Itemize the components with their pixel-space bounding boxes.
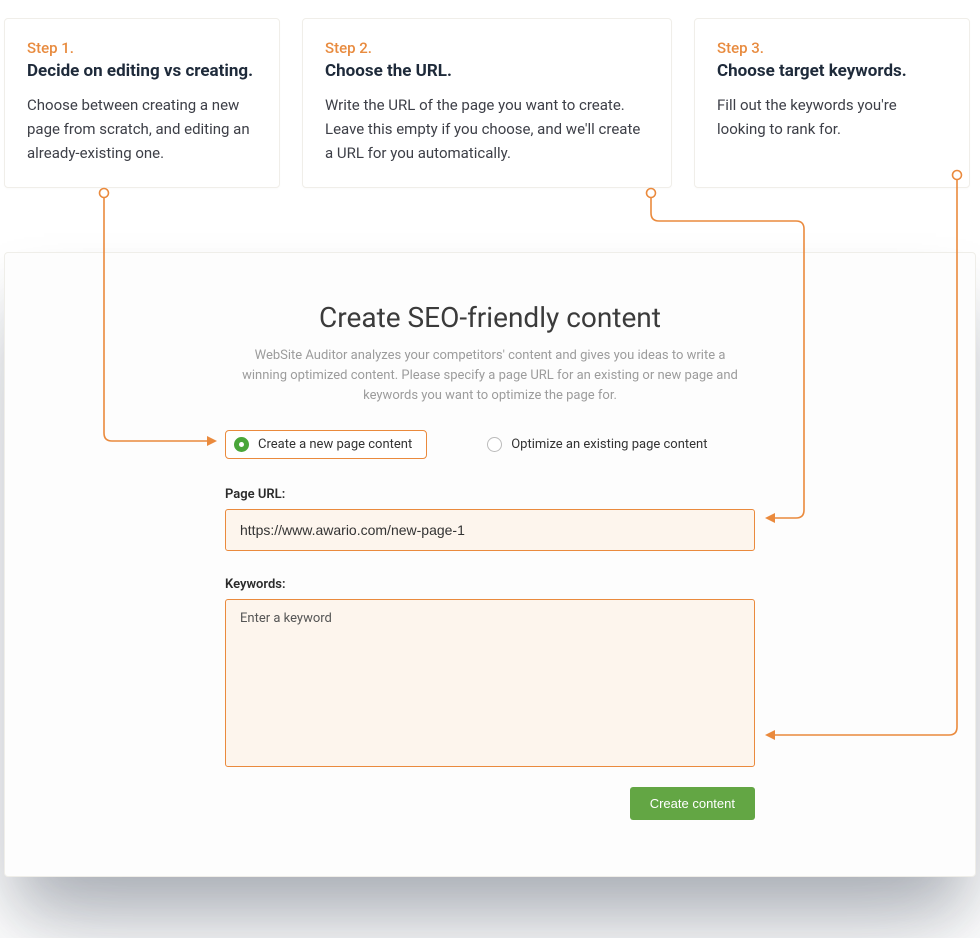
step-2-desc: Write the URL of the page you want to cr… — [325, 93, 649, 165]
keywords-label: Keywords: — [225, 577, 755, 592]
step-3-title: Choose target keywords. — [717, 61, 947, 81]
step-1-desc: Choose between creating a new page from … — [27, 93, 257, 165]
radio-optimize-existing[interactable]: Optimize an existing page content — [487, 437, 707, 452]
step-card-1: Step 1. Decide on editing vs creating. C… — [4, 18, 280, 188]
keywords-input[interactable] — [225, 599, 755, 767]
panel-subtitle: WebSite Auditor analyzes your competitor… — [225, 346, 755, 406]
main-panel: Create SEO-friendly content WebSite Audi… — [4, 252, 976, 877]
step-1-label: Step 1. — [27, 39, 257, 57]
page-url-input[interactable] — [225, 509, 755, 551]
step-card-2: Step 2. Choose the URL. Write the URL of… — [302, 18, 672, 188]
radio-create-label: Create a new page content — [258, 437, 412, 452]
step-card-3: Step 3. Choose target keywords. Fill out… — [694, 18, 970, 188]
step-2-title: Choose the URL. — [325, 61, 649, 81]
step-1-title: Decide on editing vs creating. — [27, 61, 257, 81]
radio-icon — [234, 437, 249, 452]
step-3-desc: Fill out the keywords you're looking to … — [717, 93, 947, 141]
radio-optimize-label: Optimize an existing page content — [511, 437, 707, 452]
step-3-label: Step 3. — [717, 39, 947, 57]
panel-title: Create SEO-friendly content — [225, 301, 755, 334]
step-2-label: Step 2. — [325, 39, 649, 57]
page-url-label: Page URL: — [225, 487, 755, 502]
create-content-button[interactable]: Create content — [630, 787, 755, 820]
radio-icon — [487, 437, 502, 452]
radio-create-new[interactable]: Create a new page content — [225, 430, 427, 459]
